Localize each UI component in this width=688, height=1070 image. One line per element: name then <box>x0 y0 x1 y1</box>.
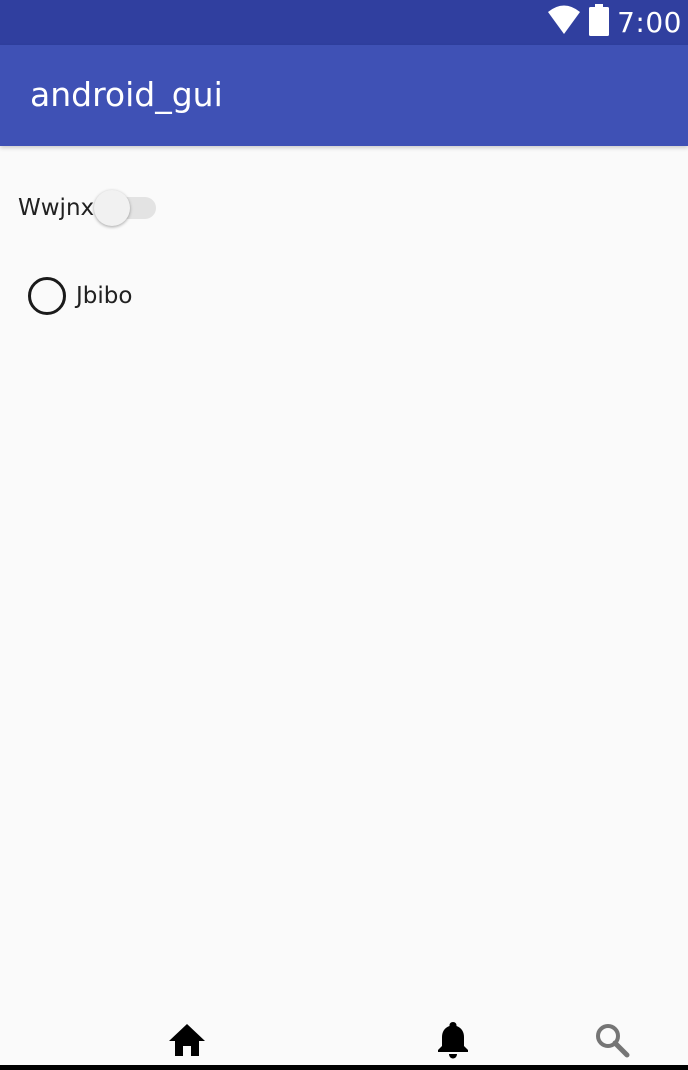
switch-label: Wwjnx <box>18 195 95 221</box>
search-icon <box>594 1022 630 1063</box>
wwjnx-switch[interactable] <box>94 190 160 226</box>
home-icon <box>167 1022 207 1063</box>
status-time: 7:00 <box>617 6 682 39</box>
nav-search-button[interactable] <box>590 1020 634 1064</box>
nav-home-button[interactable] <box>165 1020 209 1064</box>
battery-icon <box>589 4 610 41</box>
wifi-icon <box>547 5 581 40</box>
nav-notifications-button[interactable] <box>431 1020 475 1064</box>
status-icons: 7:00 <box>547 0 682 45</box>
app-bar: android_gui <box>0 45 688 146</box>
bell-icon <box>436 1020 470 1065</box>
status-bar: 7:00 <box>0 0 688 45</box>
switch-thumb <box>94 190 131 226</box>
switch-row[interactable]: Wwjnx <box>18 190 160 226</box>
jbibo-radio-button[interactable] <box>28 277 66 315</box>
main-content: Wwjnx Jbibo <box>0 146 688 1036</box>
app-title: android_gui <box>30 75 223 114</box>
radio-label: Jbibo <box>76 283 133 309</box>
radio-row[interactable]: Jbibo <box>28 276 132 316</box>
bottom-edge-bar <box>0 1065 688 1070</box>
bottom-navigation <box>0 1020 688 1065</box>
